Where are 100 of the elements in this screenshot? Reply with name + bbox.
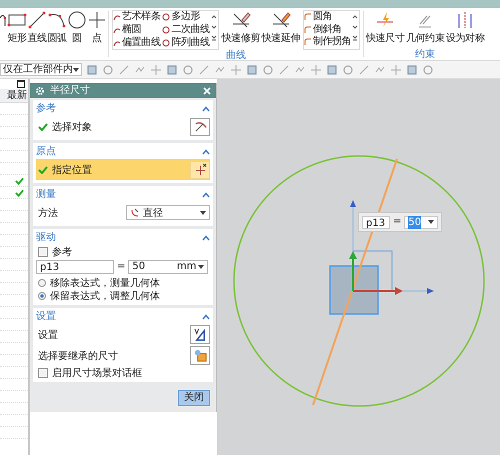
method-label: 方法 (38, 206, 59, 220)
corner-command[interactable]: 倒斜角 (304, 24, 352, 36)
toolbar-icon[interactable] (198, 64, 210, 76)
checkbox-label: 参考 (52, 246, 72, 258)
toolbar-icon[interactable] (118, 64, 130, 76)
collapse-icon[interactable] (202, 148, 210, 154)
caret-icon (73, 68, 79, 72)
caret-icon[interactable] (198, 265, 204, 269)
selection-filter-dropdown[interactable]: 仅在工作部件内 (0, 63, 82, 76)
toolbar-icon[interactable] (278, 64, 290, 76)
radio-label: 保留表达式，调整几何体 (50, 290, 160, 302)
toolbar-icon[interactable] (102, 64, 114, 76)
quick-trim-tool[interactable]: 快速修剪 (220, 10, 261, 45)
quick-dimension-tool[interactable]: 快速尺寸 (365, 10, 406, 45)
curve-command[interactable]: 二次曲线 (162, 24, 210, 36)
circle-icon (162, 13, 170, 22)
settings-tool-button[interactable] (190, 325, 210, 344)
column-header[interactable]: 最新 (0, 89, 28, 103)
quick-extend-tool[interactable]: 快速延伸 (260, 10, 301, 45)
arc-tool[interactable]: 圆弧 (47, 10, 67, 45)
geometric-constraint-tool[interactable]: 几何约束 (405, 10, 446, 45)
close-icon[interactable] (203, 86, 211, 94)
circle-icon (162, 26, 170, 34)
collapse-icon[interactable] (202, 192, 210, 198)
circle-icon (67, 10, 87, 30)
unit-text: mm (176, 260, 196, 274)
toolbar-icon[interactable] (390, 64, 402, 76)
line-tool[interactable]: 直线 (27, 10, 47, 45)
selection-label: 指定位置 (52, 164, 93, 176)
expression-name-field[interactable]: p13 (362, 216, 390, 228)
inherit-dimension-icon (192, 348, 208, 363)
circle-tool[interactable]: 圆 (67, 10, 87, 45)
pick-icon (192, 120, 208, 133)
value-text: 50 (132, 260, 146, 274)
make-symmetric-tool[interactable]: 设为对称 (445, 10, 486, 45)
radio-button[interactable] (38, 278, 46, 286)
curve-command[interactable]: 偏置曲线 (113, 36, 160, 49)
value-text: 50 (408, 216, 422, 228)
radio-button[interactable] (38, 292, 46, 300)
point-tool[interactable]: 点 (87, 10, 107, 45)
equals-sign: = (117, 260, 126, 274)
trim-pencil-icon (230, 10, 251, 30)
toolbar-icon[interactable] (310, 64, 322, 76)
toolbar-icon[interactable] (246, 64, 258, 76)
collapse-icon[interactable] (202, 314, 210, 320)
section-title: 参考 (36, 102, 56, 116)
toolbar-icon[interactable] (166, 64, 178, 76)
radio-label: 移除表达式，测量几何体 (50, 276, 160, 290)
corner-command[interactable]: 制作拐角 (304, 36, 352, 48)
collapse-icon[interactable] (202, 106, 210, 112)
toolbar-icon[interactable] (182, 64, 194, 76)
equals-sign: = (393, 215, 402, 229)
collapse-icon[interactable] (202, 234, 210, 240)
caret-icon[interactable] (428, 220, 434, 224)
rectangle-tool[interactable]: 矩形 (7, 10, 27, 45)
active-selection-row[interactable]: 指定位置 (36, 159, 210, 180)
curve-command[interactable]: 椭圆 (113, 24, 160, 36)
line-icon (27, 10, 47, 30)
checkbox[interactable] (38, 368, 48, 378)
checkbox[interactable] (38, 246, 48, 256)
selection-tool-button[interactable] (190, 160, 210, 178)
curve-command[interactable]: 艺术样条 (113, 11, 160, 24)
diameter-icon (130, 208, 140, 218)
section-title: 测量 (36, 188, 56, 202)
expression-name-field[interactable]: p13 (36, 260, 114, 274)
corner-command[interactable]: 圆角 (304, 11, 352, 24)
trim-pencil-icon (270, 10, 291, 30)
toolbar-icon[interactable] (86, 64, 98, 76)
group-label: 约束 (415, 49, 436, 60)
navigator-row[interactable] (0, 187, 28, 199)
section-title: 设置 (36, 310, 56, 324)
square-face (329, 265, 379, 315)
toolbar-icon[interactable] (326, 64, 338, 76)
curve-command[interactable]: 阵列曲线 (162, 36, 210, 49)
triangle-ruler-icon (192, 327, 208, 342)
value-field[interactable]: 50 mm (128, 260, 208, 274)
settings-tool-button[interactable] (190, 346, 210, 365)
method-dropdown[interactable]: 直径 (126, 205, 210, 220)
section-title: 驱动 (36, 230, 56, 244)
settings-icon[interactable] (35, 86, 45, 96)
close-button[interactable]: 关闭 (178, 390, 210, 406)
toolbar-icon[interactable] (406, 64, 418, 76)
setting-label: 设置 (38, 328, 59, 342)
navigator-row[interactable] (0, 175, 28, 187)
toolbar-icon[interactable] (230, 64, 242, 76)
maximize-icon[interactable] (17, 80, 25, 88)
toolbar-icon[interactable] (358, 64, 370, 76)
toolbar-icon[interactable] (150, 64, 162, 76)
circle-icon (162, 38, 170, 47)
curve-command[interactable]: 多边形 (162, 11, 210, 24)
selection-row[interactable]: 选择对象 (36, 116, 210, 137)
section-title: 原点 (36, 144, 56, 158)
selection-label: 选择对象 (52, 120, 93, 134)
toolbar-icon[interactable] (342, 64, 354, 76)
point-icon (87, 10, 107, 30)
selection-tool-button[interactable] (190, 118, 210, 136)
toolbar-icon[interactable] (262, 64, 274, 76)
toolbar-icon[interactable] (422, 64, 434, 76)
checkbox-label: 启用尺寸场景对话框 (52, 366, 142, 380)
group-label: 曲线 (226, 50, 246, 61)
